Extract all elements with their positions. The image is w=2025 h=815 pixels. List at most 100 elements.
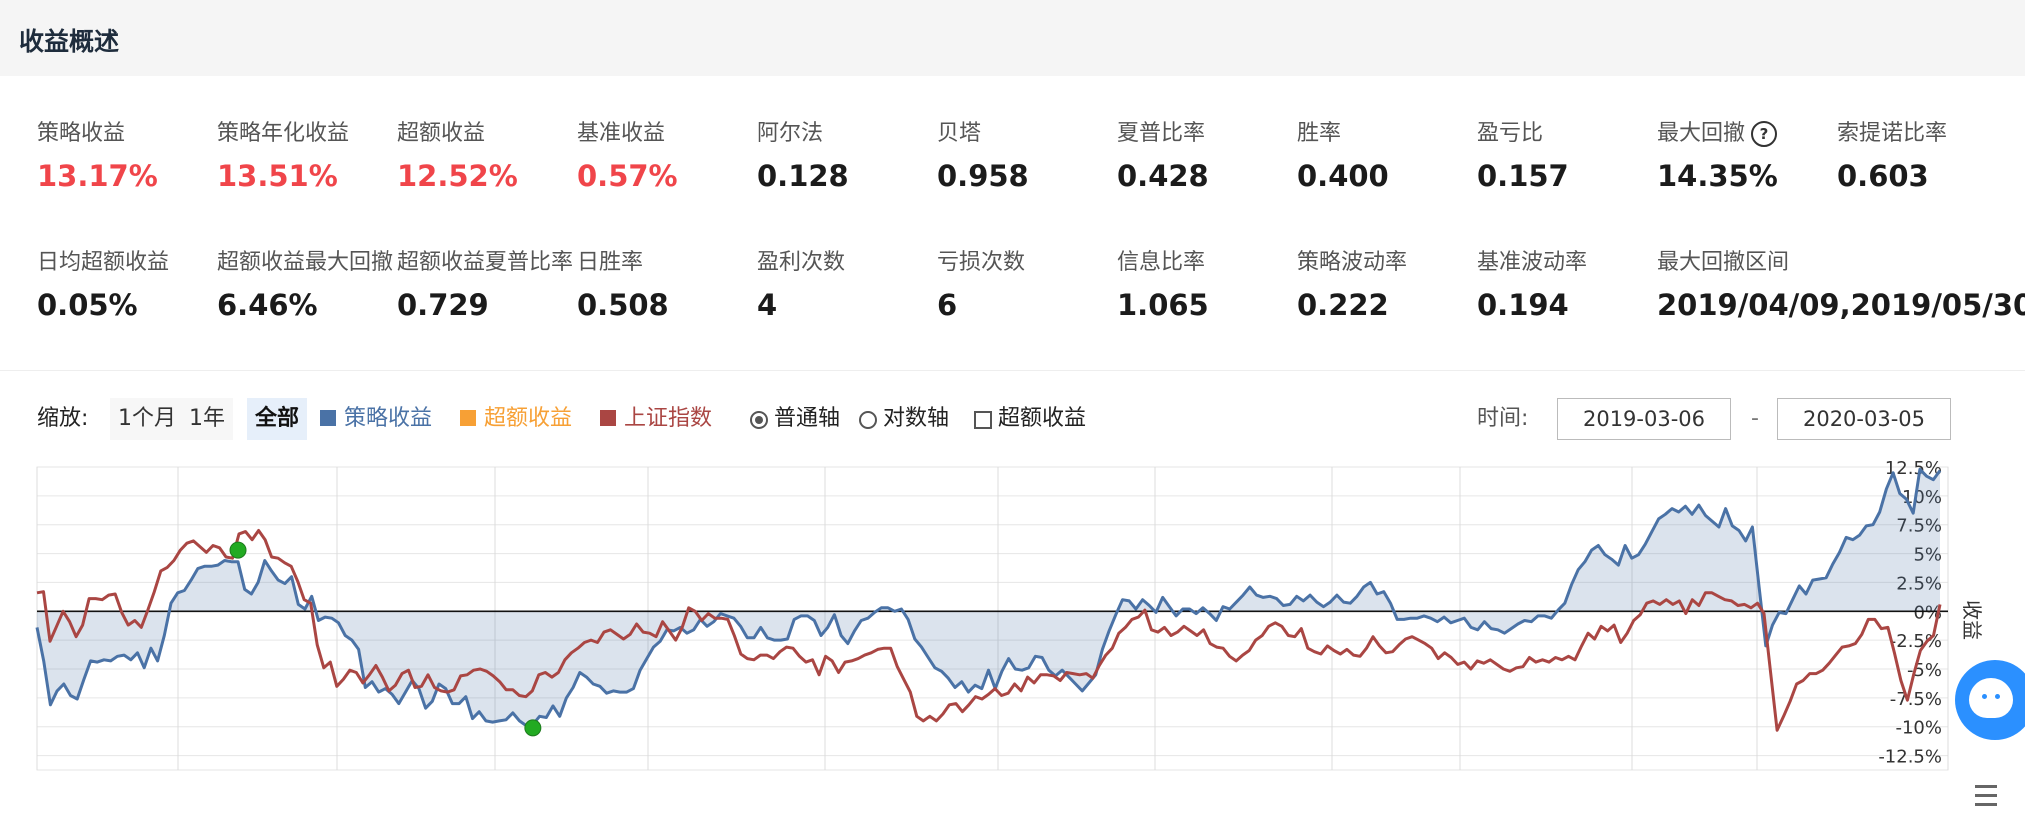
- metric-value: 0.05%: [37, 288, 138, 322]
- metric-metrics_row2-3: 日胜率 0.508: [577, 244, 757, 322]
- metric-label: 策略年化收益: [217, 115, 397, 147]
- normal-axis-label: 普通轴: [774, 406, 841, 431]
- drawdown-marker[interactable]: [229, 541, 247, 559]
- chart-toolbar: 缩放: 1个月 1年 全部 策略收益 超额收益 上证指数 普通轴 对数轴 超额收…: [37, 398, 1997, 440]
- excess-return-checkbox[interactable]: 超额收益: [974, 398, 1086, 440]
- metric-metrics_row2-2: 超额收益夏普比率 0.729: [397, 244, 577, 322]
- metric-value: 0.729: [397, 288, 489, 322]
- legend-excess-label: 超额收益: [484, 406, 573, 431]
- metric-label-text: 日均超额收益: [37, 250, 170, 275]
- checkbox-icon: [974, 411, 992, 429]
- time-label: 时间:: [1477, 406, 1529, 431]
- metric-value: 0.400: [1297, 159, 1389, 193]
- metric-value: 0.603: [1837, 159, 1929, 193]
- metric-label-text: 基准收益: [577, 121, 666, 146]
- normal-axis-radio[interactable]: 普通轴: [750, 398, 840, 440]
- metric-metrics_row1-9: 最大回撤? 14.35%: [1657, 115, 1837, 193]
- end-date-input[interactable]: 2020-03-05: [1777, 398, 1951, 440]
- metric-metrics_row2-1: 超额收益最大回撤 6.46%: [217, 244, 397, 322]
- metric-value: 12.52%: [397, 159, 518, 193]
- metric-value: 13.51%: [217, 159, 338, 193]
- zoom-1year-button[interactable]: 1年: [181, 398, 233, 440]
- metric-metrics_row2-4: 盈利次数 4: [757, 244, 937, 322]
- metric-label: 盈亏比: [1477, 115, 1657, 147]
- metric-value: 4: [757, 288, 778, 322]
- customer-service-icon: [1969, 678, 2013, 718]
- metric-label-text: 策略波动率: [1297, 250, 1408, 275]
- legend-strategy[interactable]: 策略收益: [320, 398, 432, 440]
- metric-value: 6.46%: [217, 288, 318, 322]
- page-header: 收益概述: [0, 0, 2025, 76]
- metric-metrics_row1-10: 索提诺比率 0.603: [1837, 115, 2017, 193]
- metric-label: 最大回撤?: [1657, 115, 1837, 147]
- metric-metrics_row1-5: 贝塔 0.958: [937, 115, 1117, 193]
- customer-service-button[interactable]: [1955, 660, 2025, 740]
- question-circle-icon[interactable]: ?: [1751, 121, 1778, 147]
- date-separator: -: [1751, 406, 1759, 431]
- metric-metrics_row2-6: 信息比率 1.065: [1117, 244, 1297, 322]
- metric-label-text: 盈亏比: [1477, 121, 1544, 146]
- metric-label: 盈利次数: [757, 244, 937, 276]
- y-tick-label: -10%: [1895, 718, 1942, 739]
- section-divider: [0, 370, 2025, 371]
- metric-label: 阿尔法: [757, 115, 937, 147]
- metric-value: 0.57%: [577, 159, 678, 193]
- metric-label: 日胜率: [577, 244, 757, 276]
- metric-label-text: 策略年化收益: [217, 121, 350, 146]
- log-axis-label: 对数轴: [883, 406, 950, 431]
- metric-value: 13.17%: [37, 159, 158, 193]
- y-axis-label: 收益: [1960, 600, 1984, 640]
- metric-value: 0.958: [937, 159, 1029, 193]
- metric-label: 基准波动率: [1477, 244, 1657, 276]
- metric-value: 0.194: [1477, 288, 1569, 322]
- page-title: 收益概述: [19, 27, 120, 56]
- metric-label-text: 策略收益: [37, 121, 126, 146]
- legend-strategy-label: 策略收益: [344, 406, 433, 431]
- legend-swatch: [320, 410, 336, 426]
- start-date-input[interactable]: 2019-03-06: [1557, 398, 1731, 440]
- metric-label-text: 超额收益夏普比率: [397, 250, 574, 275]
- metric-label-text: 超额收益: [397, 121, 486, 146]
- metric-label-text: 超额收益最大回撤: [217, 250, 394, 275]
- metric-metrics_row1-3: 基准收益 0.57%: [577, 115, 757, 193]
- metric-value: 14.35%: [1657, 159, 1778, 193]
- metric-metrics_row2-7: 策略波动率 0.222: [1297, 244, 1477, 322]
- legend-excess[interactable]: 超额收益: [460, 398, 572, 440]
- metric-value: 6: [937, 288, 958, 322]
- metric-metrics_row2-8: 基准波动率 0.194: [1477, 244, 1657, 322]
- strategy-area: [37, 469, 1940, 726]
- legend-swatch: [600, 410, 616, 426]
- legend-sse[interactable]: 上证指数: [600, 398, 712, 440]
- metric-value: 2019/04/09,2019/05/30: [1657, 288, 2025, 322]
- metric-label: 索提诺比率: [1837, 115, 2017, 147]
- log-axis-radio[interactable]: 对数轴: [859, 398, 949, 440]
- y-tick-label: -12.5%: [1878, 747, 1942, 768]
- metric-value: 0.157: [1477, 159, 1569, 193]
- legend-sse-label: 上证指数: [624, 406, 713, 431]
- metric-label-text: 盈利次数: [757, 250, 846, 275]
- metric-metrics_row1-0: 策略收益 13.17%: [37, 115, 217, 193]
- metric-metrics_row2-9: 最大回撤区间 2019/04/09,2019/05/30: [1657, 244, 2025, 322]
- metric-metrics_row1-8: 盈亏比 0.157: [1477, 115, 1657, 193]
- metric-label: 夏普比率: [1117, 115, 1297, 147]
- metric-value: 0.128: [757, 159, 849, 193]
- returns-chart[interactable]: 12.5%10%7.5%5%2.5%0%-2.5%-5%-7.5%-10%-12…: [0, 455, 2025, 785]
- zoom-label: 缩放:: [37, 406, 89, 431]
- list-icon[interactable]: [1955, 775, 2015, 815]
- metric-label: 亏损次数: [937, 244, 1117, 276]
- y-tick-label: -7.5%: [1890, 689, 1942, 710]
- metric-label: 胜率: [1297, 115, 1477, 147]
- metric-metrics_row2-5: 亏损次数 6: [937, 244, 1117, 322]
- metric-label-text: 日胜率: [577, 250, 644, 275]
- zoom-1month-button[interactable]: 1个月: [110, 398, 184, 440]
- drawdown-marker[interactable]: [524, 719, 542, 737]
- metric-label-text: 最大回撤: [1657, 121, 1746, 146]
- metric-label-text: 贝塔: [937, 121, 982, 146]
- legend-swatch: [460, 410, 476, 426]
- zoom-all-button[interactable]: 全部: [247, 398, 308, 440]
- metric-label-text: 索提诺比率: [1837, 121, 1948, 146]
- metric-label: 贝塔: [937, 115, 1117, 147]
- metric-value: 1.065: [1117, 288, 1209, 322]
- metric-label: 策略波动率: [1297, 244, 1477, 276]
- metric-label: 策略收益: [37, 115, 217, 147]
